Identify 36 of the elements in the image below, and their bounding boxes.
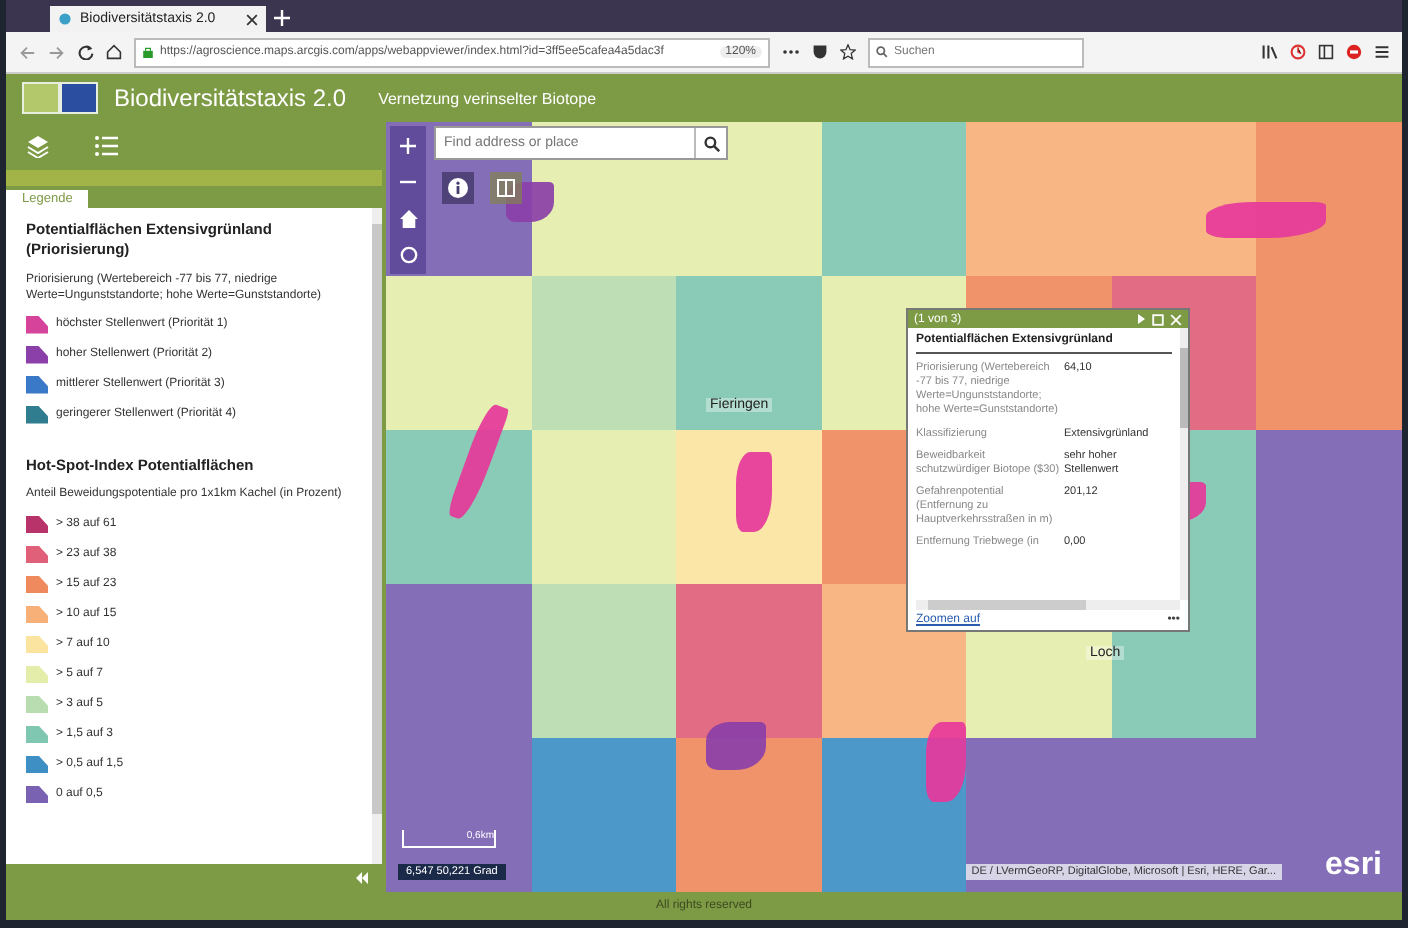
list-icon[interactable] bbox=[94, 134, 118, 158]
split-view-icon bbox=[496, 178, 516, 198]
reload-icon[interactable] bbox=[78, 44, 94, 60]
clock-icon[interactable] bbox=[1290, 44, 1306, 60]
maximize-icon[interactable] bbox=[1152, 313, 1164, 325]
sidebar-icon[interactable] bbox=[1318, 44, 1334, 60]
layers-icon[interactable] bbox=[26, 134, 50, 158]
logo-icon bbox=[22, 82, 98, 114]
swipe-button[interactable] bbox=[490, 172, 522, 204]
scrollbar[interactable] bbox=[372, 208, 382, 864]
search-icon bbox=[876, 46, 888, 58]
scrollbar[interactable] bbox=[1180, 328, 1188, 600]
forward-icon[interactable] bbox=[48, 43, 66, 61]
search-icon bbox=[703, 135, 719, 151]
app-subtitle: Vernetzung verinselter Biotope bbox=[378, 89, 597, 107]
scrollbar[interactable] bbox=[916, 600, 1180, 610]
info-button[interactable] bbox=[442, 172, 474, 204]
close-icon[interactable] bbox=[246, 13, 258, 25]
app-title: Biodiversitätstaxis 2.0 bbox=[114, 84, 347, 112]
logo-text: esri bbox=[1325, 848, 1382, 884]
home-icon[interactable] bbox=[106, 44, 122, 60]
back-icon[interactable] bbox=[18, 43, 36, 61]
star-icon[interactable] bbox=[840, 44, 856, 60]
info-icon bbox=[448, 178, 468, 198]
more-icon[interactable] bbox=[782, 48, 800, 56]
home-icon bbox=[399, 209, 417, 227]
collapse-icon[interactable] bbox=[354, 872, 370, 884]
stop-icon[interactable] bbox=[1346, 44, 1362, 60]
menu-icon[interactable] bbox=[1374, 44, 1390, 60]
library-icon[interactable] bbox=[1262, 44, 1278, 60]
lock-icon bbox=[142, 46, 154, 58]
next-icon[interactable] bbox=[1136, 314, 1146, 324]
circle-icon bbox=[399, 245, 417, 263]
new-tab-icon[interactable] bbox=[274, 10, 290, 26]
plus-icon bbox=[400, 138, 416, 154]
search-button[interactable] bbox=[694, 128, 726, 158]
